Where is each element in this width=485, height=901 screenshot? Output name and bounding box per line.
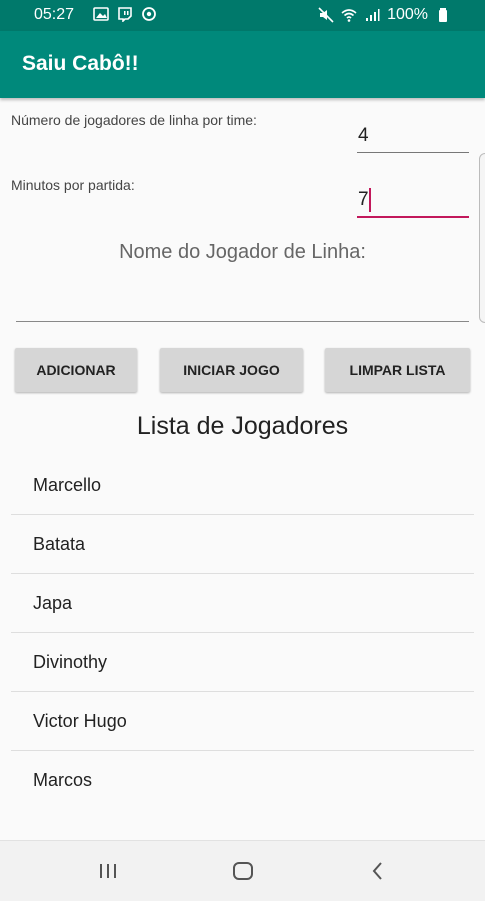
- text-cursor: [369, 188, 371, 212]
- list-item[interactable]: Batata: [11, 515, 474, 574]
- minutes-per-match-label: Minutos por partida:: [11, 177, 135, 193]
- list-item[interactable]: Marcello: [11, 456, 474, 515]
- recent-apps-icon: [94, 857, 122, 885]
- minutes-per-match-input[interactable]: 7: [357, 186, 469, 218]
- minutes-per-match-value: 7: [358, 189, 369, 210]
- home-icon: [229, 857, 257, 885]
- battery-percent: 100%: [387, 6, 428, 23]
- side-panel-handle[interactable]: [479, 153, 485, 323]
- status-bar: 05:27 100%: [0, 0, 485, 31]
- list-item[interactable]: Marcos: [11, 751, 474, 810]
- battery-icon: [435, 7, 451, 23]
- list-item[interactable]: Divinothy: [11, 633, 474, 692]
- players-per-team-input[interactable]: 4: [357, 122, 469, 153]
- list-item[interactable]: Japa: [11, 574, 474, 633]
- back-button[interactable]: [364, 857, 392, 885]
- recent-apps-button[interactable]: [94, 857, 122, 885]
- clear-list-button[interactable]: LIMPAR LISTA: [325, 348, 470, 392]
- gallery-icon: [93, 6, 109, 22]
- system-icons: 100%: [318, 6, 451, 24]
- wifi-icon: [341, 7, 357, 23]
- add-button[interactable]: ADICIONAR: [15, 348, 137, 392]
- players-list-title: Lista de Jogadores: [136, 412, 349, 440]
- back-icon: [364, 857, 392, 885]
- players-per-team-value: 4: [358, 125, 369, 146]
- sync-icon: [141, 6, 157, 22]
- player-name-input[interactable]: [16, 280, 469, 322]
- navigation-bar: [0, 840, 485, 901]
- players-per-team-label: Número de jogadores de linha por time:: [11, 112, 257, 128]
- notification-icons: [93, 6, 157, 22]
- mute-icon: [318, 7, 334, 23]
- app-title: Saiu Cabô!!: [22, 52, 139, 75]
- list-item[interactable]: Victor Hugo: [11, 692, 474, 751]
- signal-icon: [364, 7, 380, 23]
- players-list: Marcello Batata Japa Divinothy Victor Hu…: [11, 456, 474, 810]
- home-button[interactable]: [229, 857, 257, 885]
- start-game-button[interactable]: INICIAR JOGO: [160, 348, 303, 392]
- app-bar: Saiu Cabô!!: [0, 31, 485, 98]
- twitch-icon: [117, 6, 133, 22]
- player-name-hint: Nome do Jogador de Linha:: [119, 241, 366, 263]
- status-time: 05:27: [34, 6, 75, 23]
